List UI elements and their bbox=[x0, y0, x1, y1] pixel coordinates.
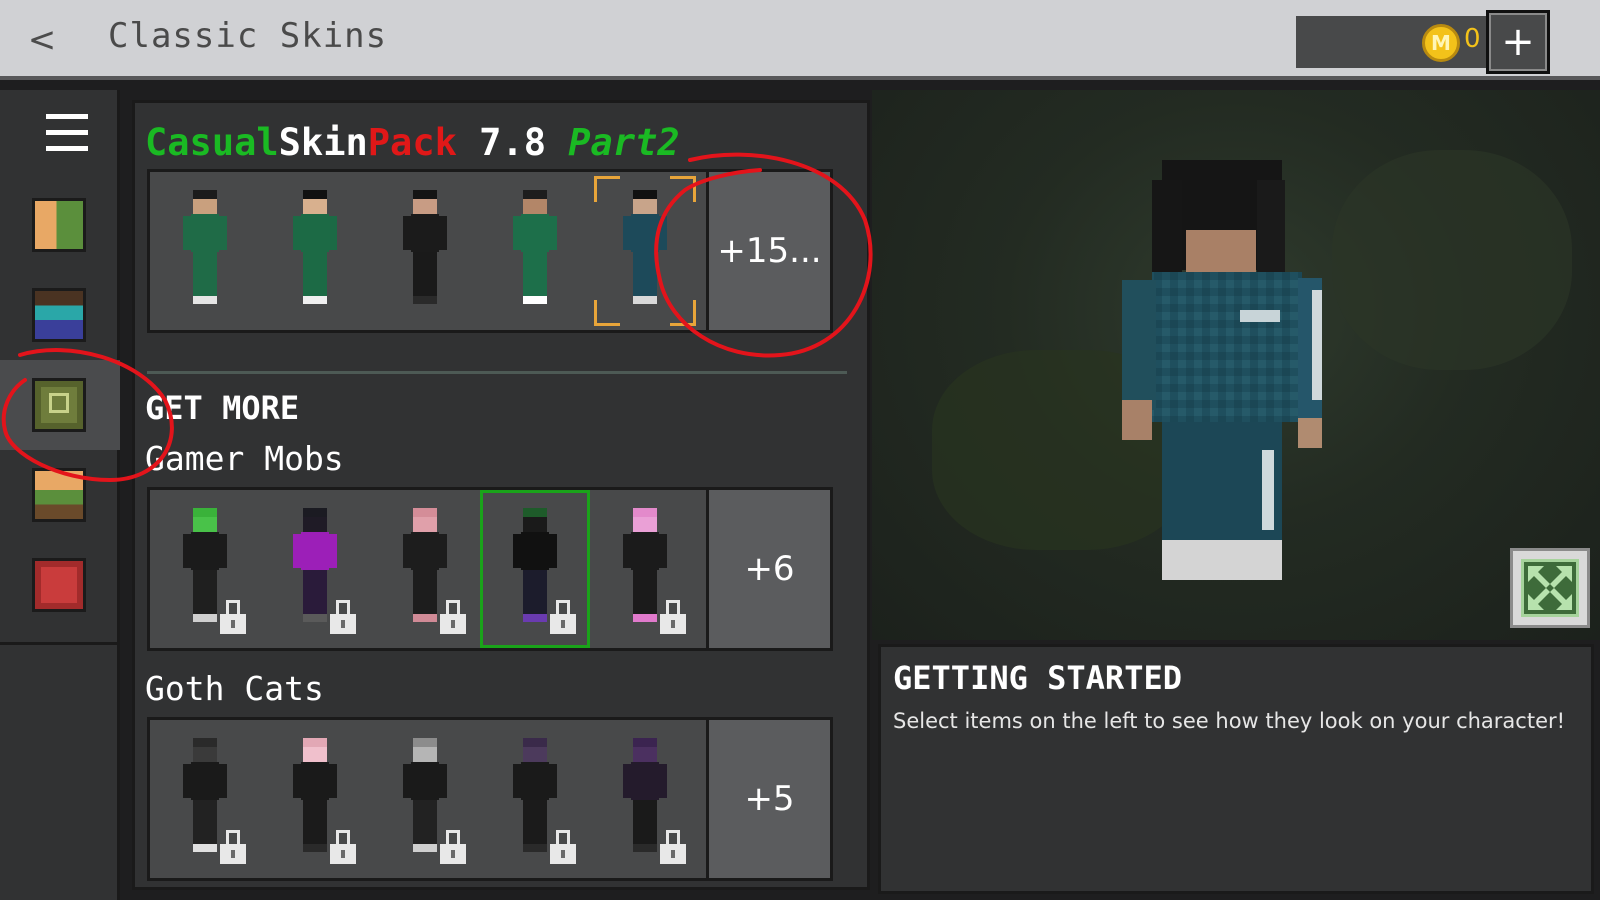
selection-corner bbox=[670, 176, 696, 202]
rail-item-store[interactable] bbox=[0, 540, 120, 630]
minecoin-icon: M bbox=[1422, 24, 1460, 62]
classic-character-icon bbox=[32, 468, 86, 522]
skin-slot[interactable] bbox=[150, 720, 260, 878]
back-button[interactable]: < bbox=[22, 18, 62, 62]
skin-list-panel[interactable]: CasualSkinPack 7.8 Part2 +15... GET MORE… bbox=[132, 100, 870, 890]
skin-figure bbox=[183, 508, 227, 626]
skin-slot[interactable] bbox=[480, 490, 590, 648]
rail-item-character-creator[interactable] bbox=[0, 180, 120, 270]
section-divider bbox=[147, 371, 847, 374]
lock-icon bbox=[220, 600, 246, 634]
fullscreen-button[interactable] bbox=[1510, 548, 1590, 628]
lock-icon bbox=[330, 830, 356, 864]
info-text: Select items on the left to see how they… bbox=[893, 709, 1566, 733]
skin-figure bbox=[403, 190, 447, 308]
chevron-left-icon: < bbox=[27, 20, 57, 60]
pack-row-goth-cats: +5 bbox=[147, 717, 833, 881]
skin-slot[interactable] bbox=[260, 490, 370, 648]
skin-figure bbox=[403, 508, 447, 626]
lock-icon bbox=[660, 600, 686, 634]
selection-corner bbox=[594, 300, 620, 326]
top-bar: < Classic Skins M 0 + bbox=[0, 0, 1600, 80]
skin-slot[interactable] bbox=[480, 720, 590, 878]
lock-icon bbox=[660, 830, 686, 864]
skin-slot[interactable] bbox=[370, 720, 480, 878]
pack-title-goth-cats: Goth Cats bbox=[145, 669, 324, 708]
lock-icon bbox=[550, 830, 576, 864]
pack-row-gamer-mobs: +6 bbox=[147, 487, 833, 651]
character-preview[interactable] bbox=[872, 90, 1600, 640]
skin-slot[interactable] bbox=[370, 490, 480, 648]
coin-count: 0 bbox=[1464, 24, 1481, 54]
skin-slot[interactable] bbox=[590, 490, 700, 648]
rail-item-character[interactable] bbox=[0, 270, 120, 360]
selection-corner bbox=[594, 176, 620, 202]
skin-figure bbox=[183, 190, 227, 308]
skin-slot[interactable] bbox=[150, 490, 260, 648]
lock-icon bbox=[440, 830, 466, 864]
owned-skin-row: +15... bbox=[147, 169, 833, 333]
menu-icon[interactable] bbox=[46, 114, 88, 152]
skin-slot[interactable] bbox=[370, 172, 480, 330]
page-title: Classic Skins bbox=[108, 16, 388, 56]
lock-icon bbox=[440, 600, 466, 634]
skin-figure bbox=[623, 190, 667, 308]
skin-figure bbox=[293, 190, 337, 308]
skin-figure bbox=[293, 738, 337, 856]
more-skins-button[interactable]: +15... bbox=[706, 172, 830, 330]
lock-icon bbox=[220, 830, 246, 864]
skin-slot[interactable] bbox=[590, 720, 700, 878]
skin-figure bbox=[623, 738, 667, 856]
info-panel: GETTING STARTED Select items on the left… bbox=[878, 644, 1594, 894]
skin-figure bbox=[403, 738, 447, 856]
owned-pack-title: CasualSkinPack 7.8 Part2 bbox=[145, 121, 680, 164]
rail-item-skin-packs[interactable] bbox=[0, 360, 120, 450]
side-rail bbox=[0, 90, 120, 900]
lock-icon bbox=[550, 600, 576, 634]
skin-slot[interactable] bbox=[480, 172, 590, 330]
selection-corner bbox=[670, 300, 696, 326]
store-icon bbox=[32, 558, 86, 612]
lock-icon bbox=[330, 600, 356, 634]
expand-icon bbox=[1521, 559, 1579, 617]
pack-title-gamer-mobs: Gamer Mobs bbox=[145, 439, 344, 478]
skin-figure bbox=[293, 508, 337, 626]
skin-figure bbox=[623, 508, 667, 626]
skin-figure bbox=[513, 508, 557, 626]
skin-figure bbox=[183, 738, 227, 856]
skin-figure bbox=[513, 190, 557, 308]
skin-slot[interactable] bbox=[260, 720, 370, 878]
get-more-heading: GET MORE bbox=[145, 389, 300, 427]
skin-slot[interactable] bbox=[590, 172, 700, 330]
coin-balance: M 0 bbox=[1296, 16, 1486, 68]
skin-pack-icon bbox=[32, 378, 86, 432]
character-creator-icon bbox=[32, 198, 86, 252]
info-title: GETTING STARTED bbox=[893, 659, 1182, 697]
plus-icon: + bbox=[1501, 19, 1535, 65]
rail-item-classic-character[interactable] bbox=[0, 450, 120, 540]
more-skins-button[interactable]: +5 bbox=[706, 720, 830, 878]
more-skins-button[interactable]: +6 bbox=[706, 490, 830, 648]
skin-figure bbox=[513, 738, 557, 856]
character-model bbox=[1122, 160, 1322, 580]
add-coins-button[interactable]: + bbox=[1486, 10, 1550, 74]
skin-slot[interactable] bbox=[260, 172, 370, 330]
rail-divider bbox=[0, 642, 120, 645]
skin-slot[interactable] bbox=[150, 172, 260, 330]
character-icon bbox=[32, 288, 86, 342]
